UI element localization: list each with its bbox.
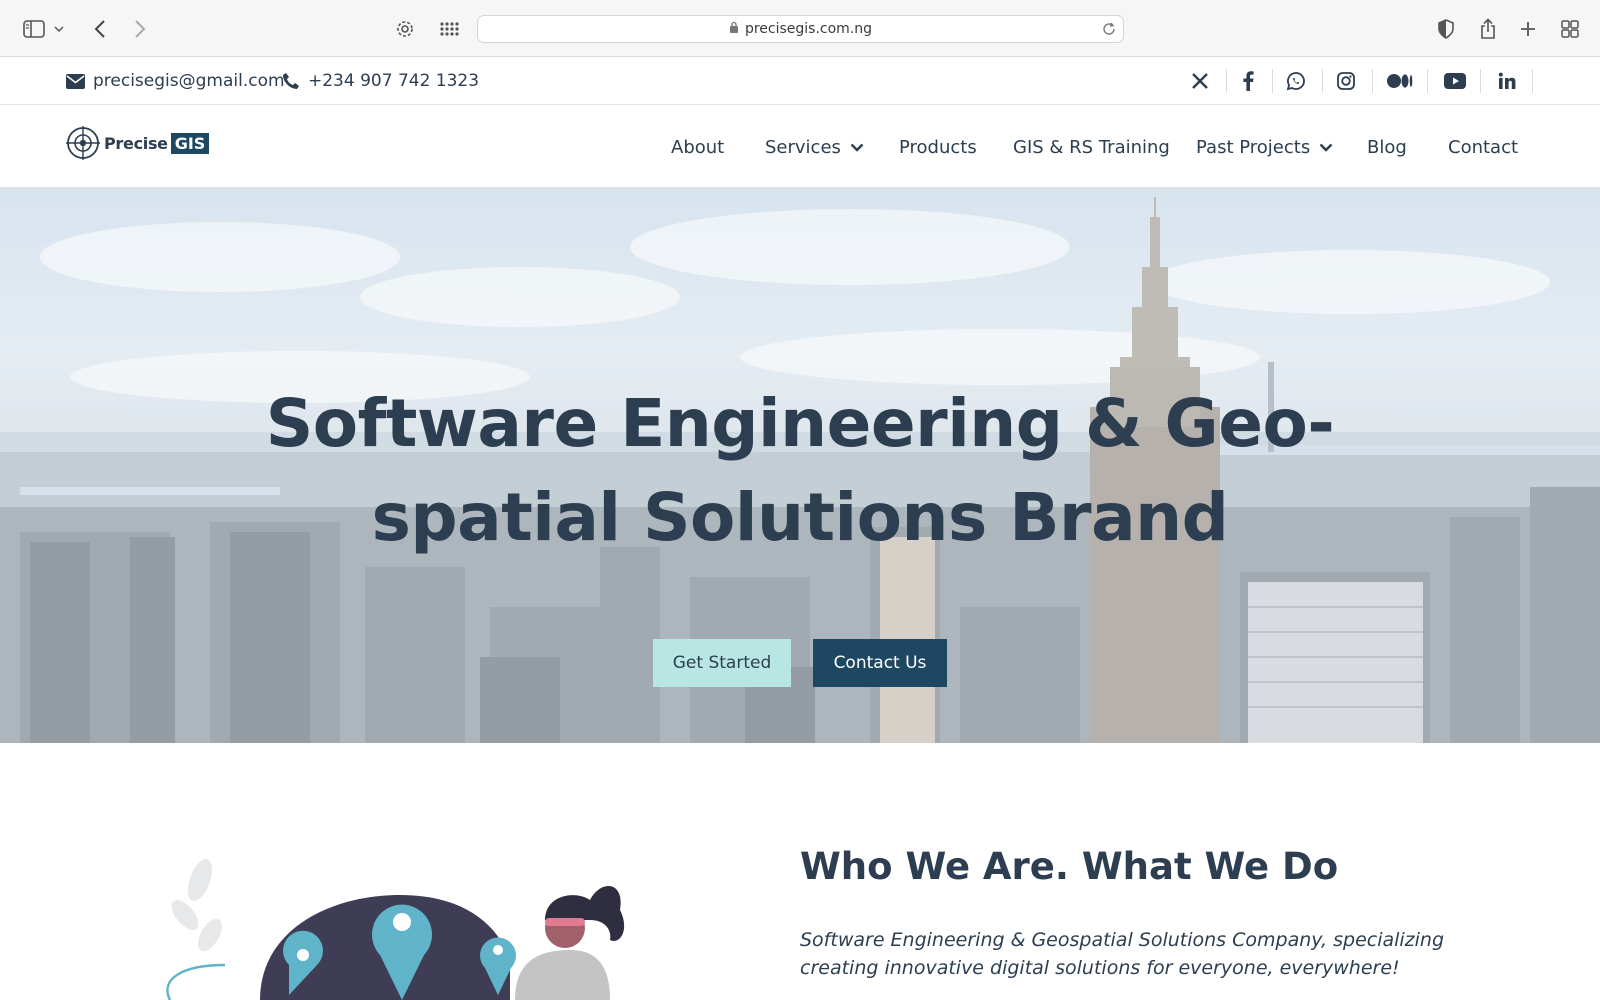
logo[interactable]: Precise GIS [66,125,210,161]
target-logo-icon [66,126,100,160]
team-map-illustration [166,859,625,1000]
facebook-icon[interactable] [1225,67,1271,95]
chevron-down-icon [1319,143,1333,152]
medium-icon[interactable] [1377,67,1423,95]
about-title: Who We Are. What We Do [800,845,1339,888]
nav-services[interactable]: Services [765,133,864,161]
nav-products[interactable]: Products [899,133,977,161]
nav-about-label: About [671,136,725,158]
nav-past-projects[interactable]: Past Projects [1196,133,1333,161]
back-icon[interactable] [88,17,112,41]
email-text: precisegis@gmail.com [93,71,285,91]
about-text: Software Engineering & Geospatial Soluti… [800,929,1445,979]
logo-text: Precise [104,133,168,153]
nav-products-label: Products [899,136,977,158]
x-icon[interactable] [1177,67,1223,95]
youtube-icon[interactable] [1432,67,1478,95]
nav-about[interactable]: About [671,133,724,161]
email-link[interactable]: precisegis@gmail.com [66,69,285,93]
instagram-icon[interactable] [1323,67,1369,95]
url-text: precisegis.com.ng [744,21,873,37]
main-nav: Precise GIS About Services Products GIS … [0,105,1600,187]
contact-us-button[interactable]: Contact Us [813,639,947,687]
social-divider [1427,69,1428,93]
tab-overview-icon[interactable] [1558,17,1582,41]
nav-services-label: Services [765,136,841,158]
phone-icon [283,73,299,89]
nav-contact[interactable]: Contact [1448,133,1518,161]
hero-section: Software Engineering & Geo-spatial Solut… [0,187,1600,743]
nav-training-label: GIS & RS Training [1013,136,1170,158]
get-started-button[interactable]: Get Started [653,639,791,687]
nav-contact-label: Contact [1448,136,1519,158]
lock-icon [729,21,739,38]
privacy-shield-icon[interactable] [1434,17,1458,41]
nav-training[interactable]: GIS & RS Training [1013,133,1170,161]
address-bar[interactable]: precisegis.com.ng [477,15,1124,43]
nav-past-projects-label: Past Projects [1196,136,1311,158]
whatsapp-icon[interactable] [1273,67,1319,95]
chevron-down-icon [850,143,864,152]
phone-text: +234 907 742 1323 [308,71,480,91]
browser-toolbar: precisegis.com.ng [0,0,1600,57]
logo-gis-box: GIS [170,132,210,154]
envelope-icon [66,73,85,89]
share-icon[interactable] [1476,17,1500,41]
settings-gear-icon[interactable] [393,17,417,41]
nav-blog-label: Blog [1367,136,1407,158]
apps-grid-icon[interactable] [437,17,461,41]
sidebar-toggle-icon[interactable] [22,17,46,41]
new-tab-plus-icon[interactable] [1516,17,1540,41]
contact-bar: precisegis@gmail.com +234 907 742 1323 [0,57,1600,105]
chevron-down-icon[interactable] [52,17,66,41]
reload-icon[interactable] [1101,21,1117,41]
linkedin-icon[interactable] [1484,67,1530,95]
social-divider [1480,69,1481,93]
forward-icon[interactable] [128,17,152,41]
phone-link[interactable]: +234 907 742 1323 [282,69,479,93]
social-divider [1532,69,1533,93]
nav-blog[interactable]: Blog [1367,133,1407,161]
social-divider [1372,69,1373,93]
hero-title: Software Engineering & Geo-spatial Solut… [265,385,1335,556]
